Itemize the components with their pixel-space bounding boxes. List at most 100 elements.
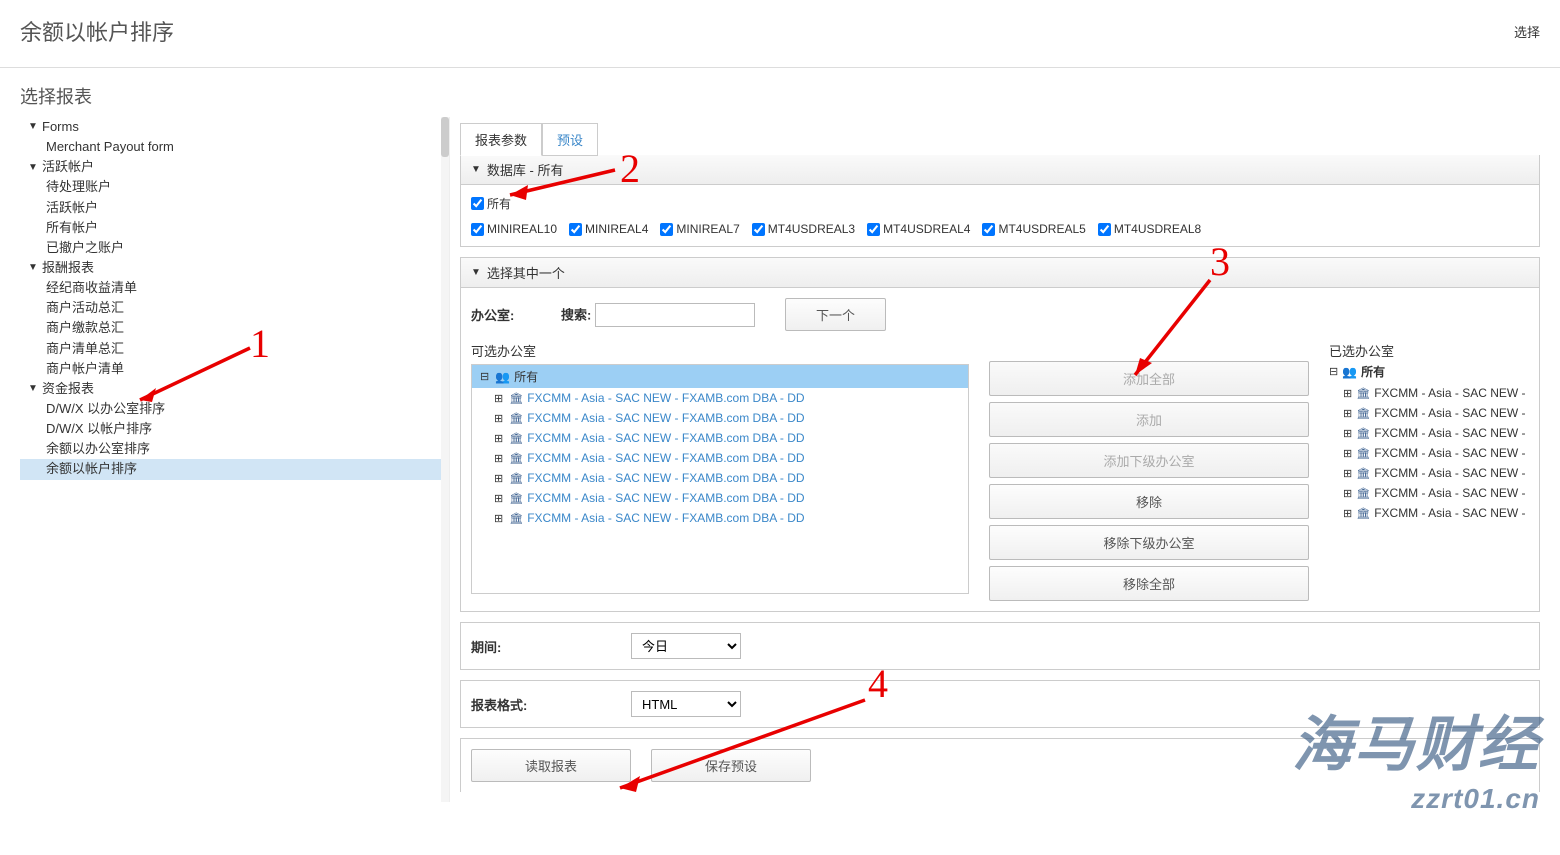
search-label: 搜索:: [561, 307, 591, 322]
remove-sub-button[interactable]: 移除下级办公室: [989, 525, 1309, 560]
bank-icon: 🏛: [1356, 467, 1370, 480]
chevron-down-icon: ▼: [28, 260, 38, 276]
checkbox-db-mt4usdreal3[interactable]: MT4USDREAL3: [752, 222, 855, 236]
cat-compensation[interactable]: ▼报酬报表: [20, 258, 443, 278]
group-icon: 👥: [1342, 365, 1357, 379]
format-label: 报表格式:: [471, 695, 551, 714]
item-merchant-account-list[interactable]: 商户帐户清单: [20, 359, 443, 379]
bank-icon: 🏛: [509, 392, 523, 405]
section-title: 选择报表: [20, 83, 1540, 109]
add-sub-button[interactable]: 添加下级办公室: [989, 443, 1309, 478]
tab-presets[interactable]: 预设: [542, 123, 598, 156]
database-panel-title: 数据库 - 所有: [487, 160, 564, 179]
item-merchant-payout[interactable]: Merchant Payout form: [20, 137, 443, 157]
checkbox-all-db[interactable]: [471, 197, 484, 210]
remove-all-button[interactable]: 移除全部: [989, 566, 1309, 601]
add-button[interactable]: 添加: [989, 402, 1309, 437]
list-item[interactable]: ⊞🏛 FXCMM - Asia - SAC NEW - FXAMB.com DB…: [472, 468, 968, 488]
plus-icon: ⊞: [1343, 427, 1352, 440]
available-offices-title: 可选办公室: [471, 341, 969, 360]
sidebar-scrollbar[interactable]: [441, 117, 449, 802]
item-dwx-account[interactable]: D/W/X 以帐户排序: [20, 419, 443, 439]
add-all-button[interactable]: 添加全部: [989, 361, 1309, 396]
plus-icon: ⊞: [494, 512, 503, 525]
list-item[interactable]: ⊞🏛 FXCMM - Asia - SAC NEW - FXAMB.com DB…: [472, 508, 968, 528]
remove-button[interactable]: 移除: [989, 484, 1309, 519]
select-office-panel-title: 选择其中一个: [487, 263, 565, 282]
bank-icon: 🏛: [1356, 387, 1370, 400]
cat-funds[interactable]: ▼资金报表: [20, 379, 443, 399]
chevron-down-icon: ▼: [471, 164, 481, 175]
format-select[interactable]: HTML: [631, 691, 741, 717]
plus-icon: ⊞: [1343, 447, 1352, 460]
available-offices-listbox[interactable]: ⊟👥 所有⊞🏛 FXCMM - Asia - SAC NEW - FXAMB.c…: [471, 364, 969, 594]
plus-icon: ⊞: [1343, 467, 1352, 480]
save-preset-button[interactable]: 保存预设: [651, 749, 811, 782]
plus-icon: ⊞: [494, 452, 503, 465]
item-balance-office[interactable]: 余额以办公室排序: [20, 439, 443, 459]
checkbox-db-mt4usdreal8[interactable]: MT4USDREAL8: [1098, 222, 1201, 236]
selected-item[interactable]: ⊞🏛 FXCMM - Asia - SAC NEW -: [1329, 423, 1529, 443]
checkbox-db-minireal4[interactable]: MINIREAL4: [569, 222, 648, 236]
top-right-link[interactable]: 选择: [1514, 22, 1540, 41]
item-dwx-office[interactable]: D/W/X 以办公室排序: [20, 399, 443, 419]
plus-icon: ⊞: [494, 412, 503, 425]
list-item[interactable]: ⊞🏛 FXCMM - Asia - SAC NEW - FXAMB.com DB…: [472, 388, 968, 408]
chevron-down-icon: ▼: [28, 381, 38, 397]
format-panel: 报表格式: HTML: [460, 680, 1540, 728]
database-panel-header[interactable]: ▼ 数据库 - 所有: [461, 155, 1539, 185]
item-merchant-activity[interactable]: 商户活动总汇: [20, 298, 443, 318]
checkbox-all-db-label: 所有: [487, 195, 511, 212]
list-item[interactable]: ⊞🏛 FXCMM - Asia - SAC NEW - FXAMB.com DB…: [472, 428, 968, 448]
bank-icon: 🏛: [1356, 447, 1370, 460]
bank-icon: 🏛: [1356, 427, 1370, 440]
list-item[interactable]: ⊞🏛 FXCMM - Asia - SAC NEW - FXAMB.com DB…: [472, 408, 968, 428]
checkbox-db-mt4usdreal5[interactable]: MT4USDREAL5: [982, 222, 1085, 236]
tab-report-params[interactable]: 报表参数: [460, 123, 542, 156]
item-broker-income[interactable]: 经纪商收益清单: [20, 278, 443, 298]
plus-icon: ⊞: [494, 432, 503, 445]
chevron-down-icon: ▼: [471, 267, 481, 278]
action-panel: 读取报表 保存预设: [460, 738, 1540, 792]
bank-icon: 🏛: [1356, 407, 1370, 420]
plus-icon: ⊞: [1343, 507, 1352, 520]
read-report-button[interactable]: 读取报表: [471, 749, 631, 782]
item-pending-accounts[interactable]: 待处理账户: [20, 177, 443, 197]
selected-item[interactable]: ⊞🏛 FXCMM - Asia - SAC NEW -: [1329, 403, 1529, 423]
selected-offices-title: 已选办公室: [1329, 341, 1529, 360]
list-item[interactable]: ⊞🏛 FXCMM - Asia - SAC NEW - FXAMB.com DB…: [472, 448, 968, 468]
minus-icon: ⊟: [480, 370, 489, 383]
next-button[interactable]: 下一个: [785, 298, 886, 331]
select-office-panel-header[interactable]: ▼ 选择其中一个: [461, 258, 1539, 288]
selected-item[interactable]: ⊞🏛 FXCMM - Asia - SAC NEW -: [1329, 483, 1529, 503]
selected-item[interactable]: ⊞🏛 FXCMM - Asia - SAC NEW -: [1329, 383, 1529, 403]
item-all-accounts[interactable]: 所有帐户: [20, 218, 443, 238]
item-merchant-list[interactable]: 商户清单总汇: [20, 339, 443, 359]
list-item-all[interactable]: ⊟👥 所有: [472, 365, 968, 388]
checkbox-db-mt4usdreal4[interactable]: MT4USDREAL4: [867, 222, 970, 236]
period-panel: 期间: 今日: [460, 622, 1540, 670]
checkbox-db-minireal7[interactable]: MINIREAL7: [660, 222, 739, 236]
selected-item[interactable]: ⊞🏛 FXCMM - Asia - SAC NEW -: [1329, 463, 1529, 483]
plus-icon: ⊞: [1343, 487, 1352, 500]
selected-item[interactable]: ⊞🏛 FXCMM - Asia - SAC NEW -: [1329, 503, 1529, 523]
item-active-accounts[interactable]: 活跃帐户: [20, 198, 443, 218]
bank-icon: 🏛: [509, 412, 523, 425]
bank-icon: 🏛: [1356, 507, 1370, 520]
search-input[interactable]: [595, 303, 755, 327]
checkbox-db-minireal10[interactable]: MINIREAL10: [471, 222, 557, 236]
selected-item[interactable]: ⊞🏛 FXCMM - Asia - SAC NEW -: [1329, 443, 1529, 463]
period-select[interactable]: 今日: [631, 633, 741, 659]
cat-active-accounts[interactable]: ▼活跃帐户: [20, 157, 443, 177]
item-merchant-payment[interactable]: 商户缴款总汇: [20, 318, 443, 338]
bank-icon: 🏛: [509, 472, 523, 485]
list-item[interactable]: ⊞🏛 FXCMM - Asia - SAC NEW - FXAMB.com DB…: [472, 488, 968, 508]
minus-icon: ⊟: [1329, 365, 1338, 378]
plus-icon: ⊞: [1343, 407, 1352, 420]
cat-forms[interactable]: ▼Forms: [20, 117, 443, 137]
select-office-panel: ▼ 选择其中一个 办公室: 搜索: 下一个 可选办公室: [460, 257, 1540, 612]
item-balance-account[interactable]: 余额以帐户排序: [20, 459, 443, 479]
plus-icon: ⊞: [494, 472, 503, 485]
item-withdrawn-accounts[interactable]: 已撤户之账户: [20, 238, 443, 258]
selected-item-all[interactable]: ⊟👥 所有: [1329, 360, 1529, 383]
